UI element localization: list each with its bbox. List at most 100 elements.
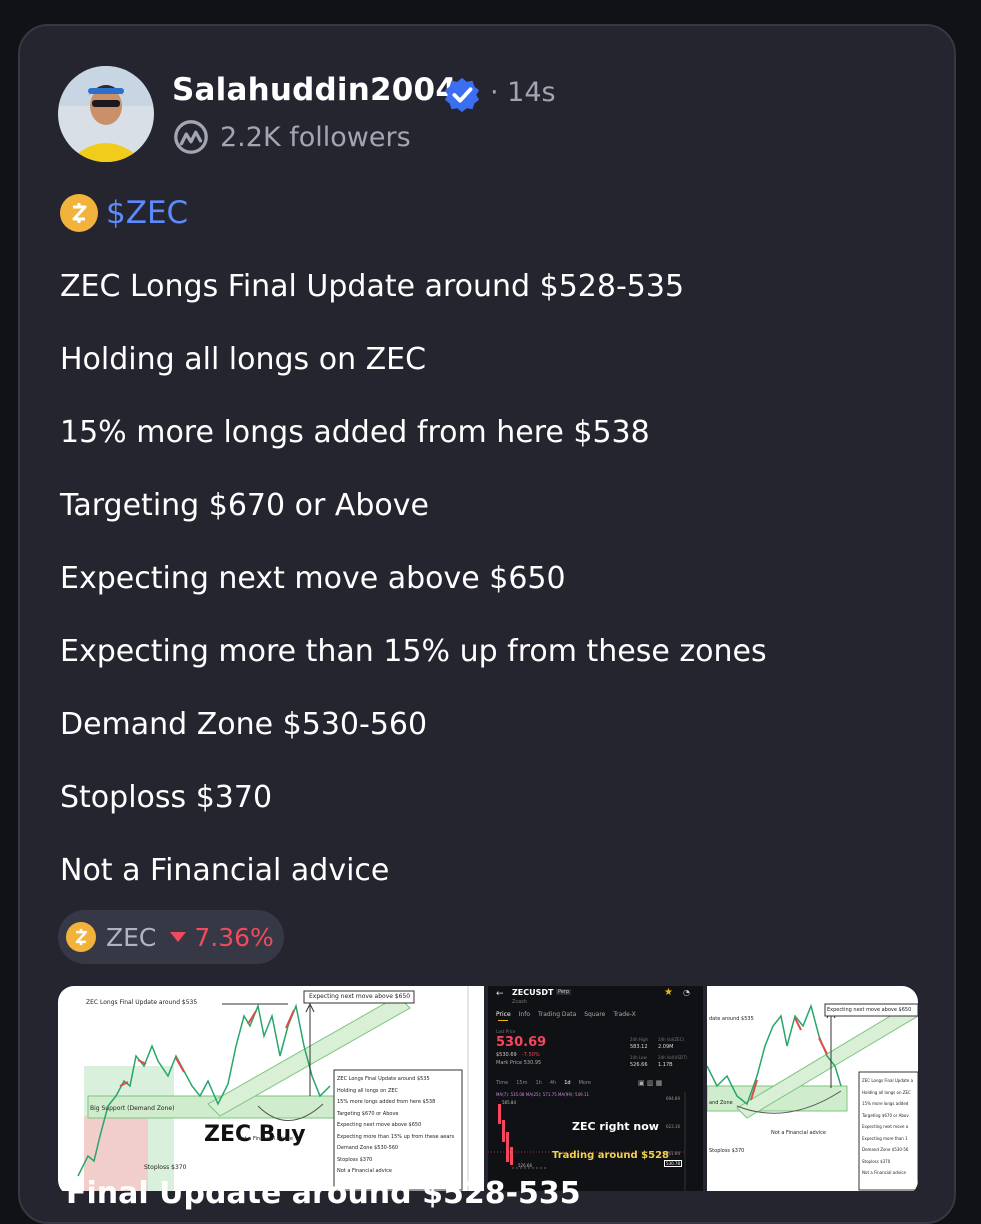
- chart-support-label: Big Support (Demand Zone): [90, 1105, 175, 1112]
- image-gallery[interactable]: ZEC Longs Final Update around $535 Expec…: [58, 986, 918, 1196]
- tab-info[interactable]: Info: [519, 1011, 530, 1018]
- post-time: · 14s: [490, 77, 556, 108]
- current-price-tag: 530.78: [664, 1160, 682, 1167]
- timeframe-1h[interactable]: 1h: [535, 1080, 541, 1086]
- note-line: ZEC Longs Final Update around $535: [337, 1076, 430, 1082]
- note-line: Expecting more than 15% up from these ae…: [337, 1133, 455, 1140]
- post-line: 15% more longs added from here $538: [60, 415, 650, 450]
- note-line: Targeting $670 or Above: [337, 1110, 399, 1117]
- tab-price[interactable]: Price: [496, 1011, 511, 1018]
- coinmarketcap-icon: [174, 120, 208, 154]
- post-line: Demand Zone $530-560: [60, 707, 428, 742]
- post-line: Holding all longs on ZEC: [60, 342, 427, 377]
- ticker-link[interactable]: $ZEC: [106, 195, 188, 231]
- timeframe-bar: Time 15m 1h 4h 1d More: [496, 1080, 591, 1086]
- price-chip[interactable]: ZEC 7.36%: [58, 910, 284, 964]
- timeframe-4h[interactable]: 4h: [550, 1080, 556, 1086]
- ticker-tag[interactable]: $ZEC: [60, 194, 188, 232]
- pair-name: ZECUSDT: [512, 988, 554, 997]
- chart-callout: Expecting next move above $650: [309, 993, 411, 1000]
- zec-coin-icon: [60, 194, 98, 232]
- username[interactable]: Salahuddin2004: [172, 72, 457, 108]
- note-line: Demand Zone $530-56: [862, 1147, 909, 1152]
- usd-price: $530.69: [496, 1052, 517, 1058]
- chart-tools-icon: ▣ ▥ ▦: [638, 1079, 663, 1087]
- followers-count: 2.2K followers: [220, 122, 411, 153]
- timeframe-more[interactable]: More: [579, 1080, 591, 1086]
- note-line: ZEC Longs Final Update a: [862, 1078, 914, 1083]
- price-change: -7.50%: [522, 1052, 540, 1058]
- chart-stoploss: Stoploss $370: [709, 1148, 745, 1154]
- zec-coin-icon: [66, 922, 96, 952]
- chart-support-label: and Zone: [709, 1100, 733, 1106]
- chart-disclaimer: Not a Financial advice: [771, 1130, 826, 1136]
- image-overlay-text: Final Update around $528-535: [66, 1176, 581, 1211]
- exchange-tabs: Price Info Trading Data Square Trade-X: [496, 1011, 636, 1018]
- tab-trade-x[interactable]: Trade-X: [613, 1011, 635, 1018]
- active-tab-underline: [498, 1020, 508, 1021]
- chart-notes: ZEC Longs Final Update a Holding all lon…: [862, 1075, 918, 1179]
- star-icon: ★: [664, 987, 673, 998]
- last-price-label: Last Price: [496, 1029, 516, 1034]
- exchange-screenshot[interactable]: ← ZECUSDT Perp Zcash ★ ◔ Price Info Trad…: [488, 986, 703, 1191]
- mark-price: Mark Price 530.95: [496, 1060, 542, 1066]
- post-line: Stoploss $370: [60, 780, 273, 815]
- high-value: 583.12: [630, 1044, 648, 1050]
- high-label: 24h High: [630, 1037, 649, 1042]
- timeframe-1d[interactable]: 1d: [564, 1080, 570, 1086]
- verified-badge-icon: [444, 77, 480, 113]
- timeframe-time[interactable]: Time: [496, 1080, 508, 1086]
- chart-title: ZEC Longs Final Update around $535: [86, 999, 198, 1006]
- level-high: 585.84: [502, 1100, 516, 1105]
- note-line: 15% more longs added: [862, 1101, 909, 1106]
- chip-symbol: ZEC: [106, 922, 157, 952]
- axis-label: 623.16: [666, 1124, 680, 1129]
- tab-trading-data[interactable]: Trading Data: [538, 1011, 576, 1018]
- avatar[interactable]: [58, 66, 154, 162]
- note-line: Stoploss $370: [337, 1156, 373, 1163]
- low-value: 526.66: [630, 1062, 648, 1068]
- chart-image-left[interactable]: ZEC Longs Final Update around $535 Expec…: [58, 986, 484, 1191]
- post-line: ZEC Longs Final Update around $528-535: [60, 269, 685, 304]
- post-line: Expecting more than 15% up from these zo…: [60, 634, 767, 669]
- post-body: ZEC Longs Final Update around $528-535 H…: [60, 264, 767, 921]
- pair-subtitle: Zcash: [512, 999, 528, 1005]
- chart-image-right[interactable]: date around $535 Expecting next move abo…: [707, 986, 918, 1191]
- chart-callout: Expecting next move above $650: [827, 1007, 912, 1013]
- note-line: Holding all longs on ZEC: [862, 1089, 911, 1095]
- post-card[interactable]: Salahuddin2004 · 14s 2.2K followers $ZEC…: [18, 24, 956, 1224]
- last-price: 530.69: [496, 1035, 547, 1050]
- chart-disclaimer: Not a Financial advice: [238, 1136, 293, 1142]
- note-line: Targeting $670 or Abov: [862, 1112, 909, 1118]
- note-line: Holding all longs on ZEC: [337, 1087, 399, 1094]
- note-line: Expecting more than 1: [862, 1135, 908, 1141]
- perp-badge: Perp: [556, 989, 572, 995]
- annotation-headline: ZEC right now: [572, 1120, 659, 1133]
- chip-change: 7.36%: [194, 922, 274, 952]
- axis-label: 694.89: [666, 1096, 680, 1101]
- down-arrow-icon: [170, 932, 187, 942]
- note-line: Expecting next move a: [862, 1124, 909, 1129]
- timeframe-15m[interactable]: 15m: [516, 1080, 527, 1086]
- chart-title: date around $535: [709, 1016, 754, 1022]
- note-line: Not a Financial advice: [862, 1170, 906, 1175]
- chart-buy-label: ZEC Buy: [204, 1122, 306, 1147]
- bell-icon: ◔: [683, 988, 690, 997]
- tab-square[interactable]: Square: [584, 1011, 605, 1018]
- note-line: Expecting next move above $650: [337, 1122, 422, 1128]
- annotation-trading: Trading around $528: [552, 1150, 670, 1161]
- chart-stoploss: Stoploss $370: [144, 1164, 187, 1171]
- level-low: 526.66: [518, 1163, 532, 1168]
- note-line: 15% more longs added from here $538: [337, 1099, 436, 1105]
- volu-label: 24h Vol(USDT): [658, 1055, 687, 1060]
- post-line: Expecting next move above $650: [60, 561, 566, 596]
- low-label: 24h Low: [630, 1055, 647, 1060]
- back-arrow-icon: ←: [496, 989, 504, 999]
- note-line: Demand Zone $530-560: [337, 1145, 399, 1151]
- vol-label: 24h Vol(ZEC): [658, 1037, 685, 1042]
- avatar-image: [58, 66, 154, 162]
- post-line: Targeting $670 or Above: [60, 488, 429, 523]
- volu-value: 1.17B: [658, 1062, 673, 1068]
- chart-notes: ZEC Longs Final Update around $535 Holdi…: [337, 1074, 454, 1178]
- vol-value: 2.09M: [658, 1044, 674, 1050]
